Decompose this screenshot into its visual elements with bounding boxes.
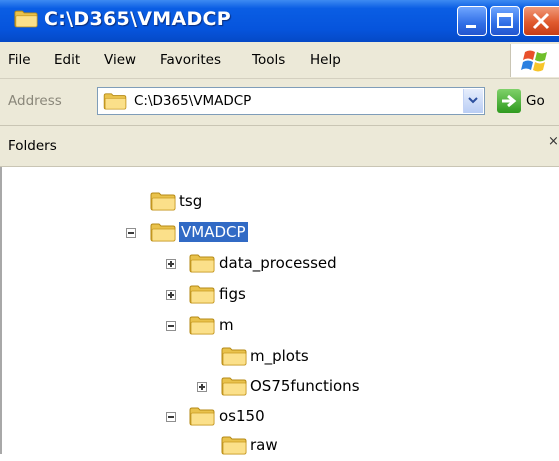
menu-favorites[interactable]: Favorites [160, 52, 221, 68]
folder-icon [189, 253, 215, 273]
maximize-button[interactable] [490, 6, 520, 36]
menu-edit[interactable]: Edit [54, 52, 80, 68]
expand-icon[interactable] [166, 290, 176, 300]
minimize-icon [466, 25, 476, 28]
folder-icon [189, 315, 215, 335]
tree-node-label: data_processed [219, 254, 337, 272]
folder-tree[interactable]: tsg VMADCP data_processed figs m m_plots… [0, 167, 559, 454]
minimize-button[interactable] [457, 6, 487, 36]
folder-icon [189, 406, 215, 426]
tree-node-label: figs [219, 285, 246, 303]
tree-node-label: m [219, 316, 234, 334]
close-button[interactable] [523, 6, 559, 36]
tree-node-label: m_plots [250, 347, 309, 365]
folder-icon [150, 222, 176, 242]
folders-title: Folders [8, 138, 57, 154]
folder-icon [221, 435, 247, 455]
expand-icon[interactable] [197, 382, 207, 392]
chevron-down-icon [468, 97, 478, 104]
tree-node-label: os150 [219, 407, 265, 425]
title-bar[interactable]: C:\D365\VMADCP [0, 0, 559, 42]
folder-icon [221, 346, 247, 366]
address-input[interactable]: C:\D365\VMADCP [97, 87, 485, 115]
go-arrow-icon [497, 89, 521, 113]
address-label: Address [8, 93, 62, 109]
collapse-icon[interactable] [166, 321, 176, 331]
folder-icon [150, 191, 176, 211]
folder-icon [103, 92, 127, 110]
folder-icon [14, 9, 38, 28]
go-button[interactable]: Go [497, 89, 555, 115]
tree-node-label: OS75functions [250, 377, 360, 395]
window-title: C:\D365\VMADCP [44, 8, 232, 30]
tree-node-label-selected: VMADCP [179, 222, 248, 242]
collapse-icon[interactable] [126, 228, 136, 238]
address-bar: Address C:\D365\VMADCP Go [0, 79, 559, 126]
address-value: C:\D365\VMADCP [134, 93, 252, 109]
close-icon [532, 12, 550, 30]
folder-icon [221, 376, 247, 396]
menu-file[interactable]: File [8, 52, 31, 68]
go-label: Go [526, 93, 545, 109]
tree-node-label: tsg [179, 192, 203, 210]
maximize-icon [497, 13, 513, 28]
address-dropdown-button[interactable] [463, 89, 483, 113]
folders-pane-header: Folders × [0, 126, 559, 167]
expand-icon[interactable] [166, 259, 176, 269]
windows-logo-icon [510, 44, 559, 77]
collapse-icon[interactable] [166, 412, 176, 422]
tree-node-label: raw [250, 436, 278, 454]
menu-view[interactable]: View [104, 52, 136, 68]
folder-icon [189, 284, 215, 304]
close-icon[interactable]: × [548, 134, 559, 149]
menu-bar: File Edit View Favorites Tools Help [0, 42, 559, 79]
menu-help[interactable]: Help [310, 52, 341, 68]
menu-tools[interactable]: Tools [252, 52, 285, 68]
